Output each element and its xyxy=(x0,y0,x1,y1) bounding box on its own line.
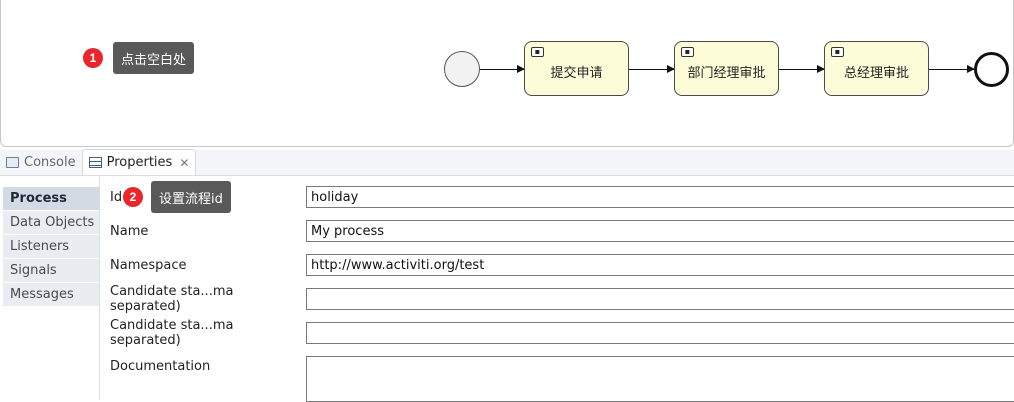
name-field[interactable] xyxy=(306,220,1014,242)
name-label: Name xyxy=(110,223,149,239)
namespace-label: Namespace xyxy=(110,257,187,273)
close-icon[interactable]: ✕ xyxy=(179,156,189,170)
tab-console-label: Console xyxy=(24,154,76,170)
documentation-row: Documentation xyxy=(110,356,1014,402)
end-event[interactable] xyxy=(974,52,1009,87)
user-task-icon: ▪ xyxy=(531,47,544,57)
sidenav-item-data-objects[interactable]: Data Objects xyxy=(3,211,99,235)
step-badge-1: 1 xyxy=(83,48,103,68)
step-badge-2: 2 xyxy=(123,187,143,207)
sidenav-divider xyxy=(99,176,100,400)
candidate-groups-label: Candidate sta...ma separated) xyxy=(110,318,234,348)
sequence-flow[interactable] xyxy=(929,65,975,73)
namespace-field[interactable] xyxy=(306,254,1014,276)
candidate-users-field[interactable] xyxy=(306,288,1014,310)
user-task-icon: ▪ xyxy=(681,47,694,57)
callout-set-process-id: 2 设置流程id xyxy=(123,181,231,213)
sequence-flow[interactable] xyxy=(779,65,825,73)
properties-sidenav: Process Data Objects Listeners Signals M… xyxy=(3,187,99,307)
task-label: 部门经理审批 xyxy=(687,66,766,81)
namespace-row: Namespace xyxy=(110,254,1014,276)
sequence-flow[interactable] xyxy=(629,65,675,73)
documentation-textarea[interactable] xyxy=(306,356,1014,402)
candidate-users-label: Candidate sta...ma separated) xyxy=(110,284,234,314)
task-label: 提交申请 xyxy=(550,66,603,81)
start-event[interactable] xyxy=(444,51,480,87)
user-task-general-manager[interactable]: ▪ 总经理审批 xyxy=(824,41,929,96)
tab-properties[interactable]: Properties ✕ xyxy=(81,149,197,175)
name-row: Name xyxy=(110,220,1014,242)
candidate-starter-groups-row: Candidate sta...ma separated) xyxy=(110,318,1014,348)
user-task-dept-manager[interactable]: ▪ 部门经理审批 xyxy=(674,41,779,96)
tab-properties-label: Properties xyxy=(106,155,173,170)
task-label: 总经理审批 xyxy=(843,66,909,81)
callout-click-blank: 1 点击空白处 xyxy=(83,42,195,74)
sequence-flow[interactable] xyxy=(480,65,525,73)
tab-console[interactable]: Console xyxy=(0,149,82,175)
user-task-icon: ▪ xyxy=(831,47,844,57)
user-task-submit[interactable]: ▪ 提交申请 xyxy=(524,41,629,96)
candidate-groups-field[interactable] xyxy=(306,322,1014,344)
sidenav-item-listeners[interactable]: Listeners xyxy=(3,235,99,259)
callout-2-text: 设置流程id xyxy=(151,181,231,213)
sidenav-item-process[interactable]: Process xyxy=(3,187,99,211)
process-diagram-canvas[interactable]: 1 点击空白处 ▪ 提交申请 ▪ 部门经理审批 ▪ 总经理审批 xyxy=(0,0,1014,147)
candidate-starter-users-row: Candidate sta...ma separated) xyxy=(110,284,1014,314)
view-tab-bar: Console Properties ✕ xyxy=(0,149,1014,176)
table-icon xyxy=(88,157,102,168)
callout-1-text: 点击空白处 xyxy=(113,42,195,74)
sidenav-item-messages[interactable]: Messages xyxy=(3,283,99,307)
id-field[interactable] xyxy=(306,186,1014,208)
sidenav-item-signals[interactable]: Signals xyxy=(3,259,99,283)
id-row: Id xyxy=(110,186,1014,208)
console-icon xyxy=(6,156,19,168)
documentation-label: Documentation xyxy=(110,359,211,374)
